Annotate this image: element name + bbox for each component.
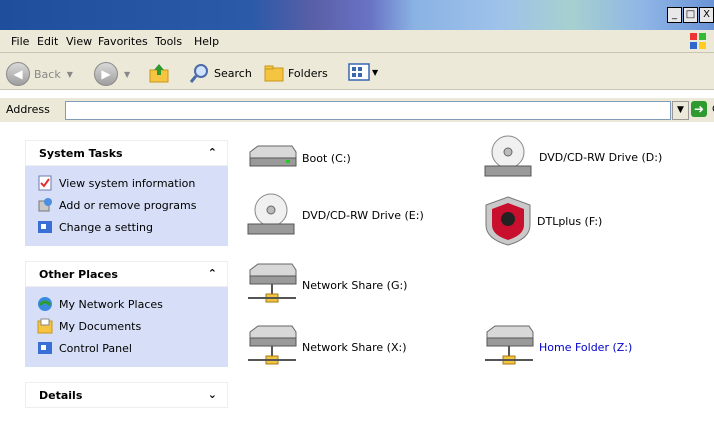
place-my-documents[interactable]: My Documents <box>37 315 218 337</box>
drive-boot-c[interactable]: Boot (C:) <box>246 142 351 174</box>
folders-icon <box>264 65 284 82</box>
dvd-drive-icon <box>247 193 295 235</box>
drive-label: Network Share (G:) <box>302 278 408 292</box>
drive-label: DVD/CD-RW Drive (E:) <box>302 208 424 222</box>
windows-logo-icon <box>690 33 706 49</box>
collapse-icon: ⌃ <box>207 146 217 159</box>
my-documents-icon <box>37 318 53 334</box>
place-label: My Network Places <box>59 297 163 311</box>
title-bar: _ □ X <box>0 0 714 30</box>
collapse-icon: ⌃ <box>207 267 217 280</box>
forward-dropdown-icon: ▼ <box>124 69 131 79</box>
control-panel-icon <box>38 342 52 354</box>
system-tasks-title: System Tasks <box>39 147 123 160</box>
drive-dtlplus-f[interactable]: DTLplus (F:) <box>483 195 602 247</box>
drive-network-x[interactable]: Network Share (X:) <box>246 324 407 370</box>
back-label: Back <box>34 67 61 81</box>
network-drive-icon <box>248 325 297 365</box>
system-tasks-header[interactable]: System Tasks ⌃ <box>25 140 228 166</box>
expand-icon: ⌄ <box>207 388 217 401</box>
control-panel-icon <box>38 221 52 233</box>
other-places-body: My Network Places My Documents Control P… <box>25 287 228 367</box>
hard-drive-icon <box>249 145 297 167</box>
address-dropdown-icon[interactable]: ▼ <box>672 101 689 120</box>
views-dropdown-icon: ▼ <box>372 67 379 77</box>
drive-dvd-d[interactable]: DVD/CD-RW Drive (D:) <box>483 134 662 180</box>
search-icon <box>189 64 208 83</box>
system-info-icon <box>38 175 52 191</box>
search-button[interactable]: Search <box>189 62 252 84</box>
menu-edit[interactable]: Edit <box>37 35 58 48</box>
drive-home-z[interactable]: Home Folder (Z:) <box>483 324 632 370</box>
task-add-remove-programs[interactable]: Add or remove programs <box>37 194 218 216</box>
menu-bar: File Edit View Favorites Tools Help <box>0 30 714 53</box>
back-dropdown-icon: ▼ <box>66 69 73 79</box>
task-pane: System Tasks ⌃ View system information A… <box>25 140 228 408</box>
forward-arrow-icon: ▶ <box>94 62 118 86</box>
system-tasks-body: View system information Add or remove pr… <box>25 166 228 246</box>
menu-tools[interactable]: Tools <box>155 35 182 48</box>
details-header[interactable]: Details ⌄ <box>25 382 228 408</box>
folders-label: Folders <box>288 66 328 80</box>
menu-favorites[interactable]: Favorites <box>98 35 148 48</box>
details-title: Details <box>39 389 83 402</box>
task-label: Add or remove programs <box>59 198 197 212</box>
drive-label: Home Folder (Z:) <box>539 340 633 354</box>
task-label: Change a setting <box>59 220 153 234</box>
menu-help[interactable]: Help <box>194 35 219 48</box>
kingston-usb-icon <box>485 196 531 246</box>
drive-dvd-e[interactable]: DVD/CD-RW Drive (E:) <box>246 192 424 238</box>
search-label: Search <box>214 66 252 80</box>
back-arrow-icon: ◀ <box>6 62 30 86</box>
task-change-setting[interactable]: Change a setting <box>37 216 218 238</box>
network-places-icon <box>38 297 52 311</box>
place-label: Control Panel <box>59 341 132 355</box>
drive-network-g[interactable]: Network Share (G:) <box>246 262 407 308</box>
back-button[interactable]: ◀ Back ▼ <box>6 62 73 86</box>
toolbar: ◀ Back ▼ ▶ ▼ Search Folders ▼ <box>0 53 714 90</box>
menu-file[interactable]: File <box>11 35 29 48</box>
folders-button[interactable]: Folders <box>263 62 328 84</box>
drive-label: DVD/CD-RW Drive (D:) <box>539 150 663 164</box>
close-button[interactable]: X <box>699 7 714 23</box>
place-my-network-places[interactable]: My Network Places <box>37 293 218 315</box>
other-places-header[interactable]: Other Places ⌃ <box>25 261 228 287</box>
up-button[interactable] <box>148 62 170 84</box>
address-input[interactable] <box>65 101 671 120</box>
place-label: My Documents <box>59 319 142 333</box>
network-drive-icon <box>248 263 297 303</box>
other-places-title: Other Places <box>39 268 118 281</box>
drive-label: DTLplus (F:) <box>537 214 603 228</box>
forward-button[interactable]: ▶ ▼ <box>94 62 130 86</box>
address-label: Address <box>6 103 50 116</box>
task-label: View system information <box>59 176 196 190</box>
go-arrow-icon[interactable]: ➜ <box>691 101 707 117</box>
folder-up-icon <box>149 64 169 83</box>
window-controls: _ □ X <box>666 7 714 23</box>
address-bar: Address ▼ ➜ Go <box>0 98 714 122</box>
dvd-drive-icon <box>484 135 532 177</box>
minimize-button[interactable]: _ <box>667 7 682 23</box>
views-button[interactable]: ▼ <box>348 62 378 82</box>
drive-label: Network Share (X:) <box>302 340 407 354</box>
task-view-system-info[interactable]: View system information <box>37 172 218 194</box>
network-drive-icon <box>485 325 534 365</box>
views-icon <box>348 63 370 81</box>
drive-label: Boot (C:) <box>302 151 351 165</box>
add-remove-programs-icon <box>38 198 52 212</box>
place-control-panel[interactable]: Control Panel <box>37 337 218 359</box>
content-area: System Tasks ⌃ View system information A… <box>0 122 714 438</box>
maximize-button[interactable]: □ <box>683 7 698 23</box>
menu-view[interactable]: View <box>66 35 92 48</box>
